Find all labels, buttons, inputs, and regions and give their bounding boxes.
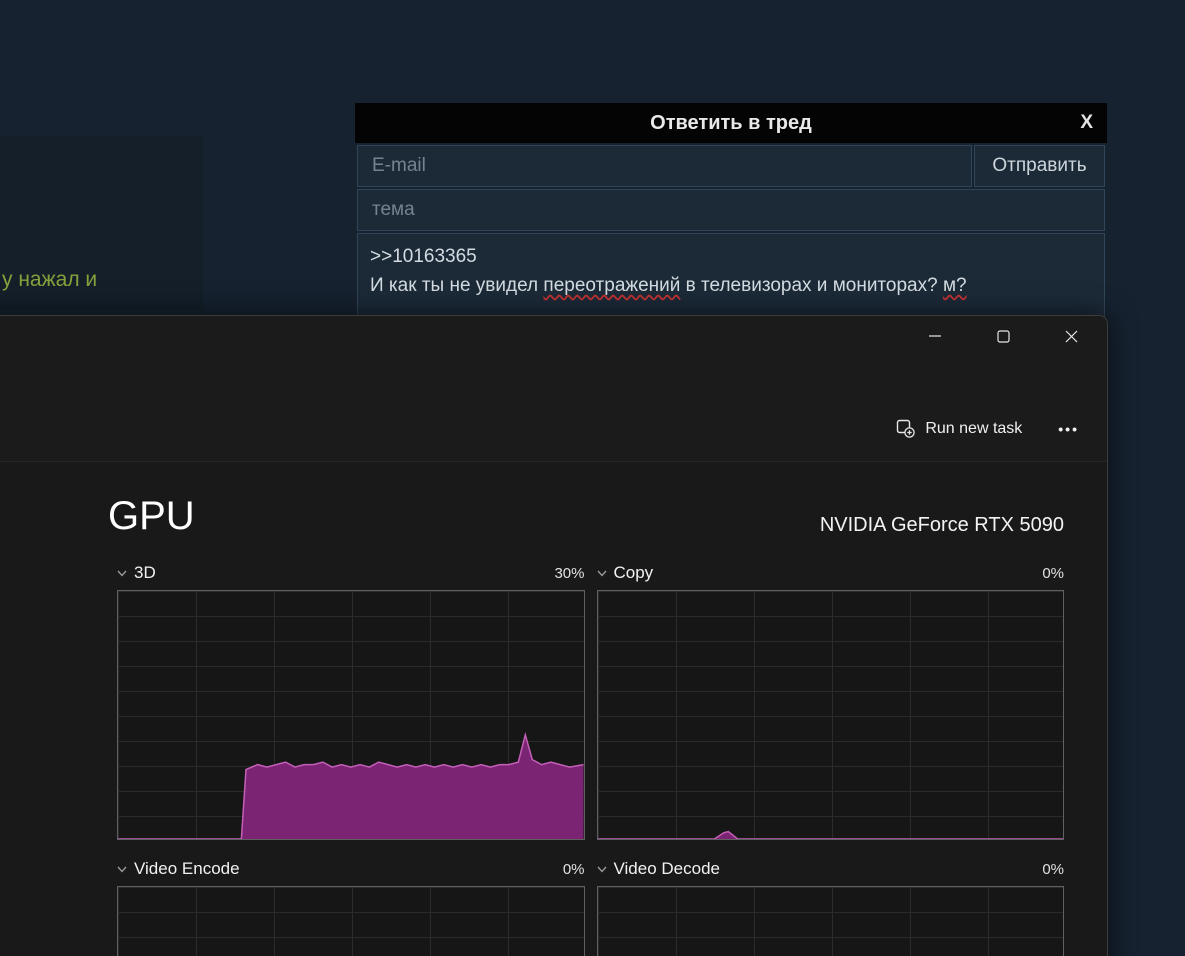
screen: у нажал и Ответить в тред X Отправить >>… xyxy=(0,0,1185,956)
toolbar: Run new task ••• xyxy=(0,396,1107,462)
gpu-device-name: NVIDIA GeForce RTX 5090 xyxy=(819,514,1064,536)
send-button[interactable]: Отправить xyxy=(974,145,1105,187)
titlebar-spacer xyxy=(0,356,1107,396)
close-button[interactable] xyxy=(1048,316,1094,356)
chart-label: Video Encode xyxy=(134,859,240,878)
comment-quote-link[interactable]: >>10163365 xyxy=(370,242,1092,271)
run-new-task-label: Run new task xyxy=(925,419,1023,437)
maximize-button[interactable] xyxy=(980,316,1026,356)
misspelled-word: переотражений xyxy=(543,275,681,296)
minimize-icon xyxy=(929,335,941,337)
chart-label: 3D xyxy=(134,563,156,582)
chart-video-decode-collapse-toggle[interactable]: Video Decode xyxy=(596,859,721,879)
comment-text: И как ты не увидел переотражений в телев… xyxy=(370,271,1092,300)
chart-copy-graph[interactable] xyxy=(596,590,1064,840)
chart-value: 30% xyxy=(554,564,585,582)
reply-dialog-titlebar[interactable]: Ответить в тред X xyxy=(355,103,1107,143)
chart-video-decode: Video Decode 0% xyxy=(596,856,1064,956)
close-icon xyxy=(1065,330,1077,342)
maximize-icon xyxy=(996,329,1010,343)
chevron-down-icon xyxy=(596,866,607,873)
chart-video-encode-collapse-toggle[interactable]: Video Encode xyxy=(117,859,240,879)
chart-video-encode: Video Encode 0% xyxy=(117,856,585,956)
chart-video-encode-graph[interactable] xyxy=(117,886,585,956)
subject-field[interactable] xyxy=(357,189,1105,231)
run-new-task-button[interactable]: Run new task xyxy=(896,419,1022,438)
close-icon[interactable]: X xyxy=(1080,103,1093,143)
task-manager-window: Run new task ••• GPU NVIDIA GeForce RTX … xyxy=(0,315,1108,956)
chart-copy-area xyxy=(597,591,1063,839)
charts-grid: 3D 30% Copy 0% Video Encode 0% Video Dec… xyxy=(117,560,1064,956)
chart-copy: Copy 0% xyxy=(596,560,1064,840)
chart-3d: 3D 30% xyxy=(117,560,585,840)
chart-video-decode-graph[interactable] xyxy=(596,886,1064,956)
comment-text-part: в телевизорах и мониторах? xyxy=(680,275,943,296)
more-button[interactable]: ••• xyxy=(1058,421,1079,437)
chart-label: Video Decode xyxy=(613,859,721,878)
chart-3d-graph[interactable] xyxy=(117,590,585,840)
minimize-button[interactable] xyxy=(912,316,958,356)
chart-3d-collapse-toggle[interactable]: 3D xyxy=(117,563,156,583)
chart-video-decode-area xyxy=(598,887,1064,956)
chart-copy-collapse-toggle[interactable]: Copy xyxy=(596,563,654,583)
board-post-text: у нажал и xyxy=(2,268,98,291)
gpu-performance-page: GPU NVIDIA GeForce RTX 5090 3D 30% Copy … xyxy=(0,488,1107,956)
chevron-down-icon xyxy=(117,570,127,577)
chevron-down-icon xyxy=(596,570,607,577)
reply-dialog: Ответить в тред X Отправить >>10163365 И… xyxy=(355,103,1107,343)
chart-3d-area xyxy=(118,591,584,839)
chevron-down-icon xyxy=(117,866,127,873)
page-title: GPU xyxy=(108,494,195,538)
run-new-task-icon xyxy=(897,419,916,438)
comment-text-part: И как ты не увидел xyxy=(370,275,544,296)
titlebar[interactable] xyxy=(0,316,1107,356)
chart-value: 0% xyxy=(1042,860,1064,878)
email-field[interactable] xyxy=(357,145,972,187)
chart-label: Copy xyxy=(613,563,654,582)
chart-value: 0% xyxy=(562,860,585,878)
chart-video-encode-area xyxy=(118,887,584,956)
chart-value: 0% xyxy=(1042,564,1064,582)
misspelled-word: м? xyxy=(942,275,967,296)
reply-dialog-title: Ответить в тред xyxy=(650,111,812,134)
